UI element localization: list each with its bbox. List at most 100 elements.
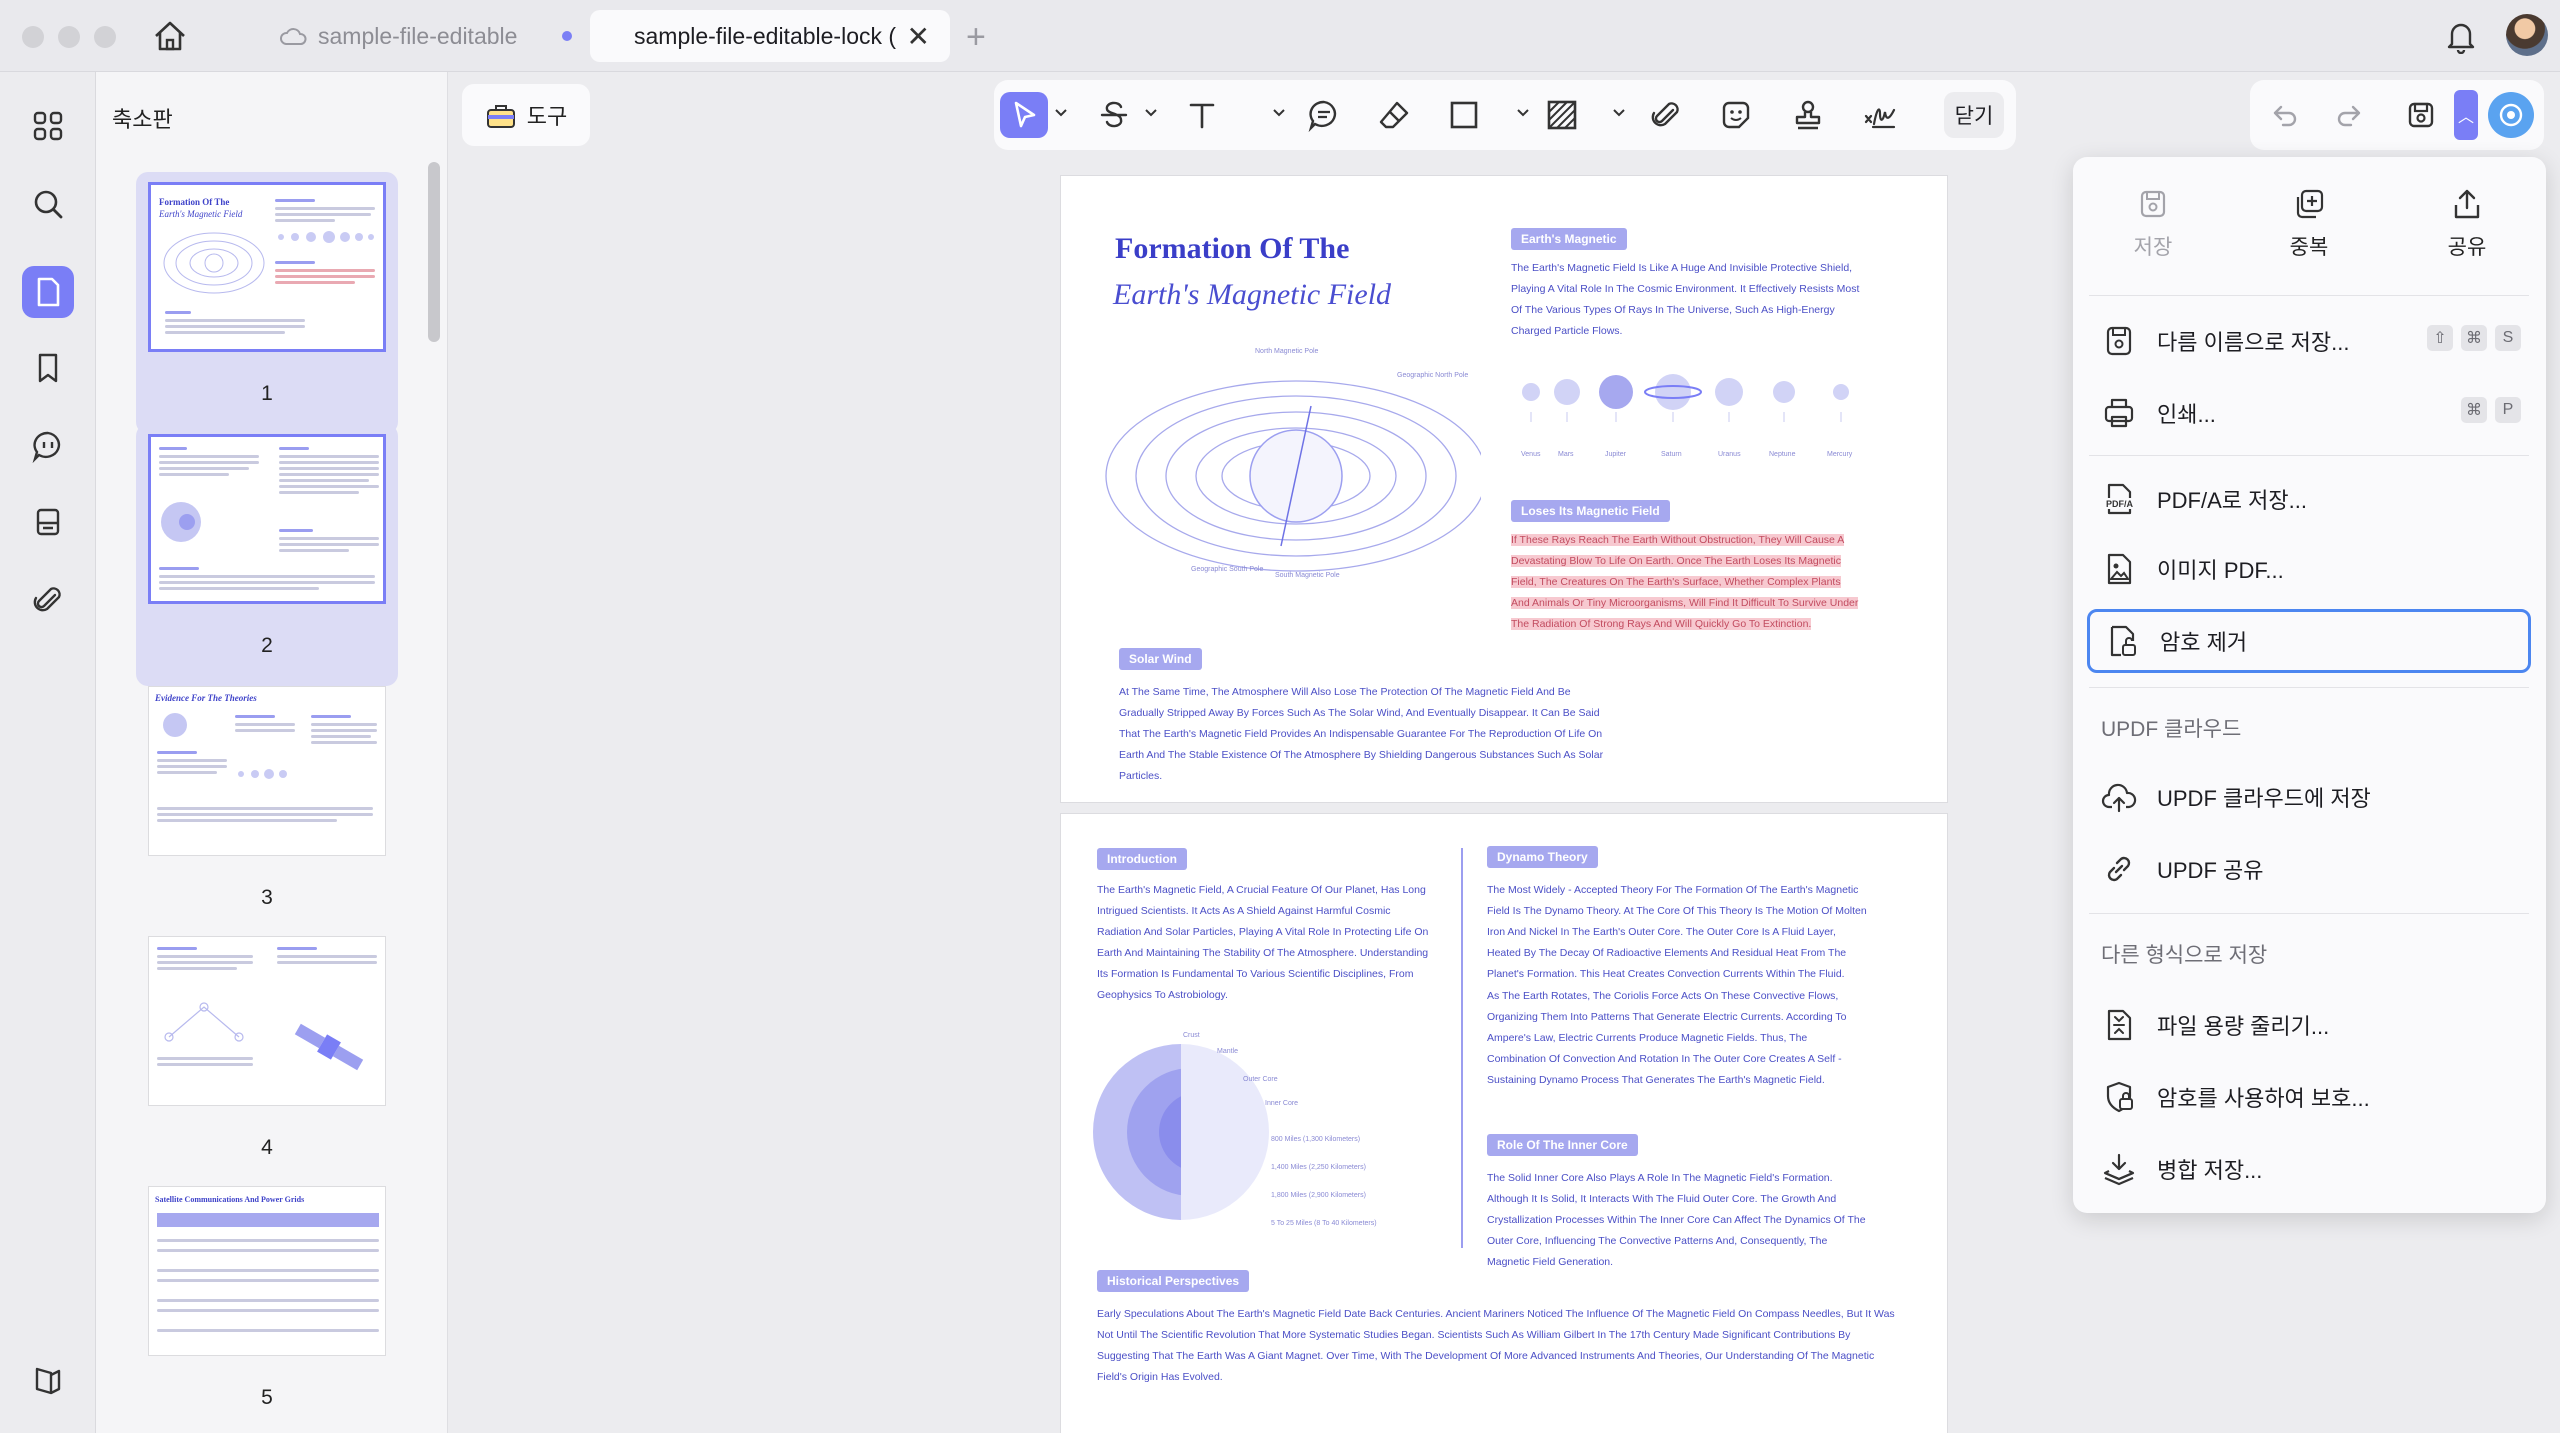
tools-button[interactable]: 도구 bbox=[462, 84, 590, 146]
thumbnail-page-5[interactable]: Satellite Communications And Power Grids… bbox=[136, 1176, 398, 1433]
strikethrough-tool-button[interactable] bbox=[1090, 92, 1138, 138]
menu-item-image-pdf[interactable]: 이미지 PDF... bbox=[2087, 537, 2531, 601]
rail-thumbnails-button[interactable] bbox=[22, 266, 74, 318]
area-tool-button[interactable] bbox=[1538, 92, 1586, 138]
cloud-icon bbox=[280, 28, 307, 45]
save-menu-chevron-up-icon[interactable]: ︿ bbox=[2454, 90, 2478, 140]
menu-item-save-pdfa[interactable]: PDF/A PDF/A로 저장... bbox=[2087, 467, 2531, 531]
save-dropdown-menu: 저장 중복 공유 다름 이름으로 저장... ⇧ ⌘ S 인쇄... ⌘ P P… bbox=[2073, 157, 2546, 1213]
thumbnail-scrollbar[interactable] bbox=[428, 162, 440, 342]
north-magnetic-pole-label: North Magnetic Pole bbox=[1255, 348, 1319, 355]
menu-item-label: 암호를 사용하여 보호... bbox=[2157, 1086, 2370, 1111]
shortcut-key: S bbox=[2495, 325, 2521, 351]
chevron-down-icon[interactable] bbox=[1144, 106, 1158, 120]
undo-button[interactable] bbox=[2264, 94, 2306, 136]
thumbnail-image: Formation Of The Earth's Magnetic Field bbox=[148, 182, 386, 352]
menu-section-title: UPDF 클라우드 bbox=[2101, 718, 2242, 741]
highlighted-text[interactable]: If These Rays Reach The Earth Without Ob… bbox=[1511, 530, 1861, 635]
window-close-button[interactable] bbox=[22, 26, 44, 48]
attach-tool-button[interactable] bbox=[1642, 92, 1690, 138]
menu-item-remove-password[interactable]: 암호 제거 bbox=[2087, 609, 2531, 673]
rail-attachments-button[interactable] bbox=[22, 574, 74, 626]
thumbnail-page-2[interactable]: 2 bbox=[136, 424, 398, 686]
menu-item-protect-password[interactable]: 암호를 사용하여 보호... bbox=[2087, 1065, 2531, 1129]
menu-item-save-to-cloud[interactable]: UPDF 클라우드에 저장 bbox=[2087, 765, 2531, 829]
close-toolbar-button[interactable]: 닫기 bbox=[1944, 92, 2004, 138]
signature-tool-button[interactable] bbox=[1856, 92, 1904, 138]
menu-item-save-as[interactable]: 다름 이름으로 저장... ⇧ ⌘ S bbox=[2087, 309, 2531, 373]
link-icon bbox=[2107, 856, 2131, 882]
rail-comments-button[interactable] bbox=[22, 420, 74, 472]
paperclip-icon bbox=[33, 587, 61, 612]
rail-forms-button[interactable] bbox=[22, 496, 74, 548]
crust-label: Crust bbox=[1183, 1032, 1200, 1039]
earth-layers-diagram bbox=[1093, 1032, 1271, 1232]
menu-item-print[interactable]: 인쇄... ⌘ P bbox=[2087, 381, 2531, 445]
thumbnail-page-number: 2 bbox=[261, 634, 273, 657]
thumbnail-diagram bbox=[164, 1002, 244, 1042]
section-text: As The Earth Rotates, The Coriolis Force… bbox=[1487, 990, 1847, 1086]
comment-tool-button[interactable] bbox=[1300, 92, 1348, 138]
duplicate-button[interactable]: 중복 bbox=[2249, 187, 2369, 261]
menu-item-updf-share[interactable]: UPDF 공유 bbox=[2087, 837, 2531, 901]
menu-item-compress[interactable]: 파일 용량 줄리기... bbox=[2087, 993, 2531, 1057]
panel-title: 축소판 bbox=[112, 107, 173, 132]
cloud-upload-icon bbox=[2101, 783, 2137, 813]
tab-close-icon[interactable]: ✕ bbox=[907, 20, 930, 53]
ai-icon bbox=[2499, 103, 2523, 127]
menu-item-label: 다름 이름으로 저장... bbox=[2157, 330, 2350, 355]
comment-icon bbox=[1308, 100, 1337, 132]
mantle-label: Mantle bbox=[1217, 1048, 1239, 1055]
section-text: Early Speculations About The Earth's Mag… bbox=[1097, 1308, 1895, 1383]
section-text: The Earth's Magnetic Field Is Like A Hug… bbox=[1511, 262, 1860, 337]
pdf-page-1[interactable]: Formation Of The Earth's Magnetic Field … bbox=[1061, 176, 1947, 802]
sticker-tool-button[interactable] bbox=[1712, 92, 1760, 138]
tab-active[interactable]: sample-file-editable-lock ( ✕ bbox=[590, 10, 950, 62]
document-title: Formation Of The bbox=[1115, 232, 1350, 265]
eraser-tool-button[interactable] bbox=[1370, 92, 1418, 138]
thumbnail-panel: 축소판 Formation Of The Earth's Magnetic Fi… bbox=[96, 72, 448, 1433]
chevron-down-icon[interactable] bbox=[1272, 106, 1286, 120]
rectangle-tool-button[interactable] bbox=[1440, 92, 1488, 138]
rail-apps-button[interactable] bbox=[22, 100, 74, 152]
share-button[interactable]: 공유 bbox=[2407, 187, 2527, 261]
rail-bookmarks-button[interactable] bbox=[22, 342, 74, 394]
window-zoom-button[interactable] bbox=[94, 26, 116, 48]
chevron-down-icon[interactable] bbox=[1516, 106, 1530, 120]
grid-icon bbox=[33, 111, 63, 141]
printer-icon bbox=[2104, 398, 2134, 428]
tools-label: 도구 bbox=[526, 104, 568, 129]
quick-save-button[interactable]: 저장 bbox=[2093, 187, 2213, 261]
ai-assistant-button[interactable] bbox=[2488, 92, 2534, 138]
window-minimize-button[interactable] bbox=[58, 26, 80, 48]
save-icon bbox=[2408, 102, 2434, 128]
home-button[interactable] bbox=[150, 18, 190, 54]
user-avatar[interactable] bbox=[2506, 14, 2548, 56]
select-tool-button[interactable] bbox=[1000, 92, 1048, 138]
redo-button[interactable] bbox=[2328, 94, 2370, 136]
rail-search-button[interactable] bbox=[22, 178, 74, 230]
thumbnail-page-1[interactable]: Formation Of The Earth's Magnetic Field … bbox=[136, 172, 398, 434]
image-pdf-icon bbox=[2107, 553, 2132, 585]
text-tool-button[interactable] bbox=[1178, 92, 1226, 138]
history-toolbar: ︿ bbox=[2250, 80, 2544, 150]
pdf-page-2[interactable]: Introduction The Earth's Magnetic Field,… bbox=[1061, 814, 1947, 1433]
new-tab-button[interactable]: + bbox=[966, 18, 986, 57]
south-magnetic-pole-label: South Magnetic Pole bbox=[1275, 572, 1340, 579]
stamp-tool-button[interactable] bbox=[1784, 92, 1832, 138]
save-menu-button[interactable] bbox=[2400, 94, 2442, 136]
menu-item-label: 인쇄... bbox=[2157, 402, 2216, 427]
chevron-down-icon[interactable] bbox=[1612, 106, 1626, 120]
document-subtitle: Earth's Magnetic Field bbox=[1113, 278, 1392, 311]
menu-item-label: UPDF 공유 bbox=[2157, 858, 2264, 883]
thumbnail-page-4[interactable]: 4 bbox=[136, 926, 398, 1188]
rail-settings-button[interactable] bbox=[22, 1354, 74, 1406]
menu-item-flatten[interactable]: 병합 저장... bbox=[2087, 1137, 2531, 1201]
tab-label: sample-file-editable-lock ( bbox=[634, 22, 897, 49]
tab-inactive[interactable]: sample-file-editable bbox=[272, 10, 572, 62]
notification-bell-icon[interactable] bbox=[2444, 18, 2478, 54]
thumbnail-page-3[interactable]: Evidence For The Theories 3 bbox=[136, 676, 398, 938]
planet-label: Saturn bbox=[1661, 451, 1682, 458]
chevron-down-icon[interactable] bbox=[1054, 106, 1068, 120]
bookmark-icon bbox=[38, 353, 58, 383]
